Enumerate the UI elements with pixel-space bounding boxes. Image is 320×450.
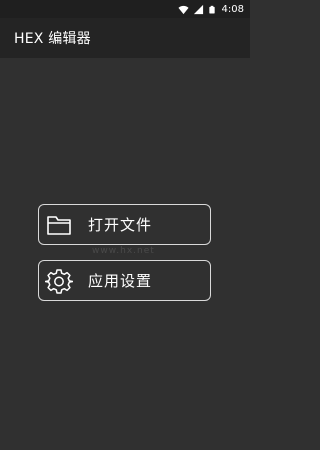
app-title: HEX 编辑器 [14, 31, 91, 47]
battery-icon [208, 5, 215, 13]
app-settings-button[interactable]: 应用设置 [38, 260, 211, 301]
signal-icon [193, 4, 203, 14]
status-bar: 4:08 [0, 0, 250, 18]
app-settings-label: 应用设置 [88, 272, 153, 290]
wifi-icon [177, 5, 189, 14]
main-content: 打开文件 www.hx.net 应用设置 [0, 58, 250, 450]
status-time: 4:08 [221, 3, 244, 15]
watermark-text: www.hx.net [92, 246, 155, 256]
open-file-button[interactable]: 打开文件 [38, 204, 211, 245]
open-file-label: 打开文件 [88, 216, 153, 234]
folder-icon [44, 210, 74, 240]
gear-icon [44, 266, 74, 296]
app-bar: HEX 编辑器 [0, 18, 250, 58]
